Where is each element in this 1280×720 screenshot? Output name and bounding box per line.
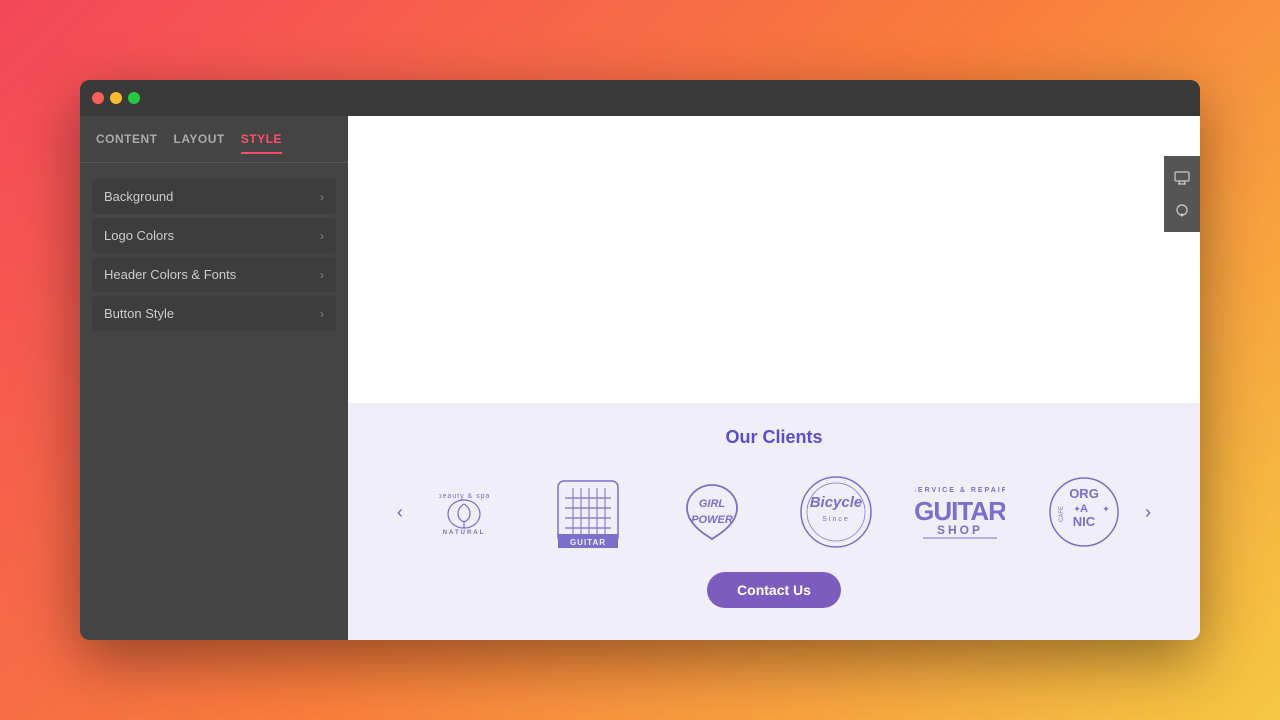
contact-btn-wrap: Contact Us: [388, 572, 1160, 608]
desktop-icon-button[interactable]: [1164, 162, 1200, 194]
content-top-area: [348, 116, 1200, 403]
menu-item-header-colors-label: Header Colors & Fonts: [104, 267, 236, 282]
menu-item-logo-colors[interactable]: Logo Colors ›: [92, 218, 336, 253]
list-item: GIRL POWER: [662, 472, 762, 552]
sidebar: CONTENT LAYOUT STYLE Background › Logo C…: [80, 116, 348, 640]
right-toolbar: [1164, 156, 1200, 232]
guitar-badge-logo: GUITAR: [553, 476, 623, 548]
menu-item-background[interactable]: Background ›: [92, 179, 336, 214]
logos-row: beauty & spa NATURAL: [414, 472, 1134, 552]
svg-text:✦: ✦: [1073, 504, 1081, 514]
main-content: Our Clients ‹ beauty & spa: [348, 116, 1200, 640]
carousel-prev-button[interactable]: ‹: [386, 498, 414, 526]
sidebar-tabs: CONTENT LAYOUT STYLE: [80, 116, 348, 163]
paint-icon-button[interactable]: [1164, 194, 1200, 226]
clients-title: Our Clients: [388, 427, 1160, 448]
svg-text:NIC: NIC: [1073, 514, 1096, 529]
menu-item-logo-colors-label: Logo Colors: [104, 228, 174, 243]
traffic-lights: [92, 92, 140, 104]
tab-layout[interactable]: LAYOUT: [174, 132, 225, 154]
svg-text:Since: Since: [822, 516, 850, 523]
chevron-right-icon: ›: [320, 307, 324, 321]
chevron-right-icon: ›: [320, 190, 324, 204]
svg-text:NATURAL: NATURAL: [443, 530, 486, 534]
menu-item-background-label: Background: [104, 189, 173, 204]
svg-text:Bicycle: Bicycle: [810, 494, 863, 511]
list-item: Bicycle Since: [786, 472, 886, 552]
svg-text:GIRL: GIRL: [699, 498, 726, 510]
bicycle-logo: Bicycle Since: [797, 475, 875, 549]
menu-item-button-style-label: Button Style: [104, 306, 174, 321]
svg-text:POWER: POWER: [691, 514, 733, 526]
natural-logo: beauty & spa NATURAL: [439, 490, 489, 534]
svg-text:SHOP: SHOP: [937, 523, 983, 537]
paint-icon: [1175, 203, 1189, 217]
menu-item-button-style[interactable]: Button Style ›: [92, 296, 336, 331]
svg-text:beauty & spa: beauty & spa: [439, 493, 489, 500]
organic-logo: ORG A ✦ NIC ✦ CAFE: [1048, 476, 1120, 548]
window-body: CONTENT LAYOUT STYLE Background › Logo C…: [80, 116, 1200, 640]
desktop-icon: [1174, 171, 1190, 185]
tab-style[interactable]: STYLE: [241, 132, 282, 154]
list-item: ORG A ✦ NIC ✦ CAFE: [1034, 472, 1134, 552]
list-item: SERVICE & REPAIR GUITAR SHOP: [910, 472, 1010, 552]
tab-content[interactable]: CONTENT: [96, 132, 158, 154]
svg-text:SERVICE & REPAIR: SERVICE & REPAIR: [915, 487, 1005, 494]
minimize-button[interactable]: [110, 92, 122, 104]
guitar-shop-logo: SERVICE & REPAIR GUITAR SHOP: [915, 478, 1005, 546]
carousel-next-button[interactable]: ›: [1134, 498, 1162, 526]
sidebar-menu: Background › Logo Colors › Header Colors…: [80, 163, 348, 347]
title-bar: [80, 80, 1200, 116]
app-window: CONTENT LAYOUT STYLE Background › Logo C…: [80, 80, 1200, 640]
list-item: beauty & spa NATURAL: [414, 472, 514, 552]
maximize-button[interactable]: [128, 92, 140, 104]
girl-power-logo: GIRL POWER: [673, 477, 751, 547]
chevron-right-icon: ›: [320, 268, 324, 282]
close-button[interactable]: [92, 92, 104, 104]
list-item: GUITAR: [538, 472, 638, 552]
menu-item-header-colors[interactable]: Header Colors & Fonts ›: [92, 257, 336, 292]
svg-text:GUITAR: GUITAR: [915, 496, 1005, 526]
svg-text:CAFE: CAFE: [1059, 506, 1065, 522]
contact-us-button[interactable]: Contact Us: [707, 572, 841, 608]
svg-text:ORG: ORG: [1069, 486, 1099, 501]
svg-text:GUITAR: GUITAR: [570, 538, 606, 547]
carousel-wrapper: ‹ beauty & spa NATURAL: [388, 472, 1160, 552]
svg-text:✦: ✦: [1102, 504, 1110, 514]
clients-section: Our Clients ‹ beauty & spa: [348, 403, 1200, 640]
chevron-right-icon: ›: [320, 229, 324, 243]
